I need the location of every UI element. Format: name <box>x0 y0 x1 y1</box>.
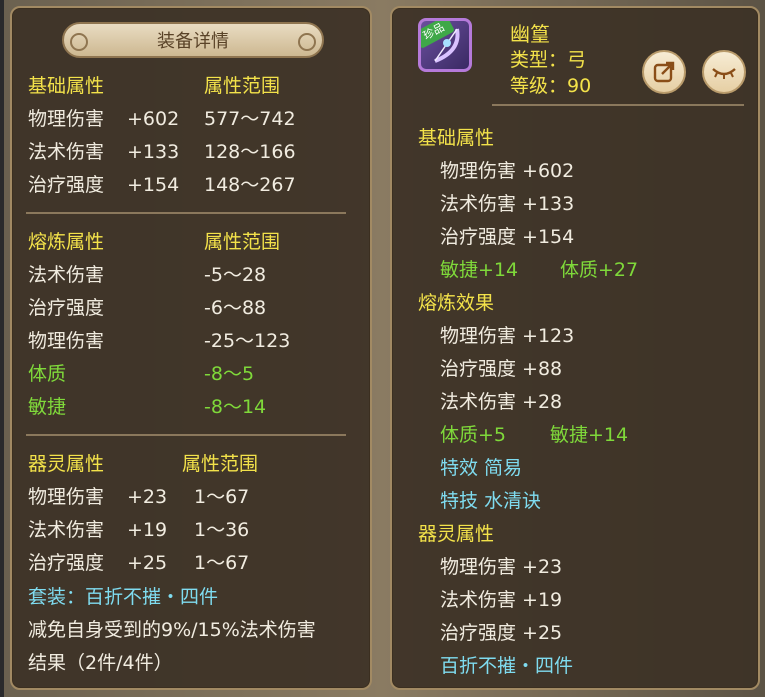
attr-range: 128～166 <box>204 141 296 163</box>
divider <box>492 104 744 106</box>
attr-range: 577～742 <box>204 108 296 130</box>
attr-line: 法术伤害 +133 <box>440 193 575 215</box>
bow-icon <box>434 28 460 63</box>
spirit-range-header: 属性范围 <box>182 453 259 475</box>
base-range-header: 属性范围 <box>204 75 281 97</box>
spirit-attr-header: 器灵属性 <box>28 453 105 475</box>
attr-name: 法术伤害 <box>28 264 105 286</box>
item-type: 类型：弓 <box>510 49 587 71</box>
panel-title: 装备详情 <box>62 22 324 58</box>
bonus-attr: 体质+27 <box>560 259 639 281</box>
attr-range: -8～5 <box>204 363 255 385</box>
attr-value: +133 <box>127 141 180 163</box>
equipment-detail-panel: 装备详情 基础属性 属性范围 物理伤害 +602 577～742 法术伤害 +1… <box>10 6 372 690</box>
attr-value: +602 <box>127 108 180 130</box>
attr-range: 1～67 <box>194 552 250 574</box>
set-description: 减免自身受到的9%/15%法术伤害 <box>28 619 316 641</box>
hide-button[interactable] <box>702 50 746 94</box>
attr-name: 治疗强度 <box>28 297 105 319</box>
attr-name: 治疗强度 <box>28 174 105 196</box>
item-name: 幽篁 <box>510 22 550 46</box>
attr-value: +19 <box>127 519 168 541</box>
smelt-attr-header: 熔炼属性 <box>28 231 105 253</box>
attr-name: 法术伤害 <box>28 519 105 541</box>
attr-range: 148～267 <box>204 174 296 196</box>
divider <box>26 212 346 214</box>
attr-value: +154 <box>127 174 180 196</box>
attr-line: 治疗强度 +25 <box>440 622 563 644</box>
smelt-range-header: 属性范围 <box>204 231 281 253</box>
set-result: 结果（2件/4件） <box>28 652 173 674</box>
eye-closed-icon <box>712 68 736 79</box>
bonus-attr: 敏捷+14 <box>550 424 629 446</box>
attr-value: +25 <box>127 552 168 574</box>
attr-name: 法术伤害 <box>28 141 105 163</box>
bonus-attr: 体质+5 <box>440 424 507 446</box>
attr-name: 体质 <box>28 363 67 385</box>
attr-line: 治疗强度 +154 <box>440 226 575 248</box>
ornament-icon <box>298 33 316 51</box>
attr-value: +23 <box>127 486 168 508</box>
attr-name: 治疗强度 <box>28 552 105 574</box>
attr-range: -25～123 <box>204 330 291 352</box>
attr-range: 1～36 <box>194 519 250 541</box>
item-tooltip-panel: 珍品 幽篁 类型：弓 等级：90 基础属性 物理伤害 +602 法术伤害 +13… <box>390 6 760 690</box>
divider <box>26 434 346 436</box>
attr-range: -6～88 <box>204 297 267 319</box>
spirit-attr-header: 器灵属性 <box>418 523 495 545</box>
set-name: 百折不摧・四件 <box>440 655 574 677</box>
special-effect: 特效 简易 <box>440 457 523 479</box>
attr-name: 敏捷 <box>28 396 67 418</box>
base-attr-header: 基础属性 <box>28 75 105 97</box>
item-icon: 珍品 <box>418 18 472 72</box>
item-level: 等级：90 <box>510 75 592 97</box>
attr-name: 物理伤害 <box>28 486 105 508</box>
attr-range: -5～28 <box>204 264 267 286</box>
attr-line: 治疗强度 +88 <box>440 358 563 380</box>
attr-name: 物理伤害 <box>28 330 105 352</box>
share-icon <box>653 61 675 83</box>
attr-name: 物理伤害 <box>28 108 105 130</box>
bonus-attr: 敏捷+14 <box>440 259 519 281</box>
attr-line: 物理伤害 +602 <box>440 160 575 182</box>
ornament-icon <box>70 33 88 51</box>
smelt-effect-header: 熔炼效果 <box>418 292 495 314</box>
share-button[interactable] <box>642 50 686 94</box>
attr-line: 法术伤害 +28 <box>440 391 563 413</box>
attr-line: 法术伤害 +19 <box>440 589 563 611</box>
set-label: 套装：百折不摧・四件 <box>28 586 219 608</box>
special-skill: 特技 水清诀 <box>440 490 542 512</box>
attr-line: 物理伤害 +123 <box>440 325 575 347</box>
attr-range: 1～67 <box>194 486 250 508</box>
attr-line: 物理伤害 +23 <box>440 556 563 578</box>
attr-range: -8～14 <box>204 396 267 418</box>
base-attr-header: 基础属性 <box>418 127 495 149</box>
